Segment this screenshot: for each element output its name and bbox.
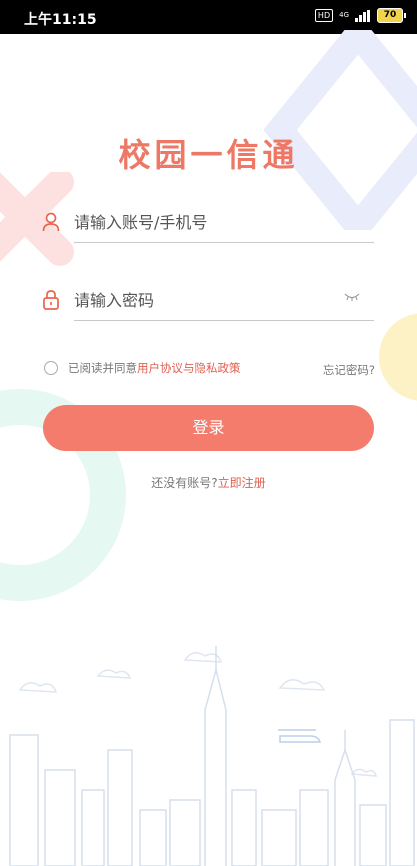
hd-icon: HD: [314, 9, 334, 22]
register-link[interactable]: 立即注册: [218, 476, 266, 490]
privacy-policy-link[interactable]: 用户协议与隐私政策: [137, 360, 241, 376]
agreement-row: 已阅读并同意 用户协议与隐私政策: [44, 360, 241, 376]
password-field: [42, 280, 374, 322]
app-title: 校园一信通: [118, 136, 299, 174]
register-row: 还没有账号?立即注册: [0, 474, 417, 491]
agreement-text: 已阅读并同意: [68, 361, 137, 375]
register-prompt: 还没有账号?: [151, 476, 218, 490]
account-input[interactable]: [74, 202, 374, 243]
signal-icon: [355, 9, 370, 22]
agreement-checkbox[interactable]: [44, 361, 58, 375]
forgot-password-link[interactable]: 忘记密码?: [323, 362, 375, 378]
password-input[interactable]: [74, 280, 374, 321]
circle-decoration: [379, 313, 417, 401]
eye-closed-icon[interactable]: [344, 292, 360, 302]
network-label: 4G: [339, 11, 349, 19]
account-field: [42, 202, 374, 244]
user-icon: [42, 212, 60, 232]
lock-icon: [43, 290, 59, 310]
status-bar: 上午11:15 HD 4G 70: [0, 0, 417, 34]
city-skyline-illustration: [9, 646, 415, 866]
status-time: 上午11:15: [24, 12, 97, 28]
login-button[interactable]: 登录: [43, 405, 374, 451]
battery-icon: 70: [377, 8, 406, 23]
status-icons: HD 4G 70: [314, 8, 406, 23]
